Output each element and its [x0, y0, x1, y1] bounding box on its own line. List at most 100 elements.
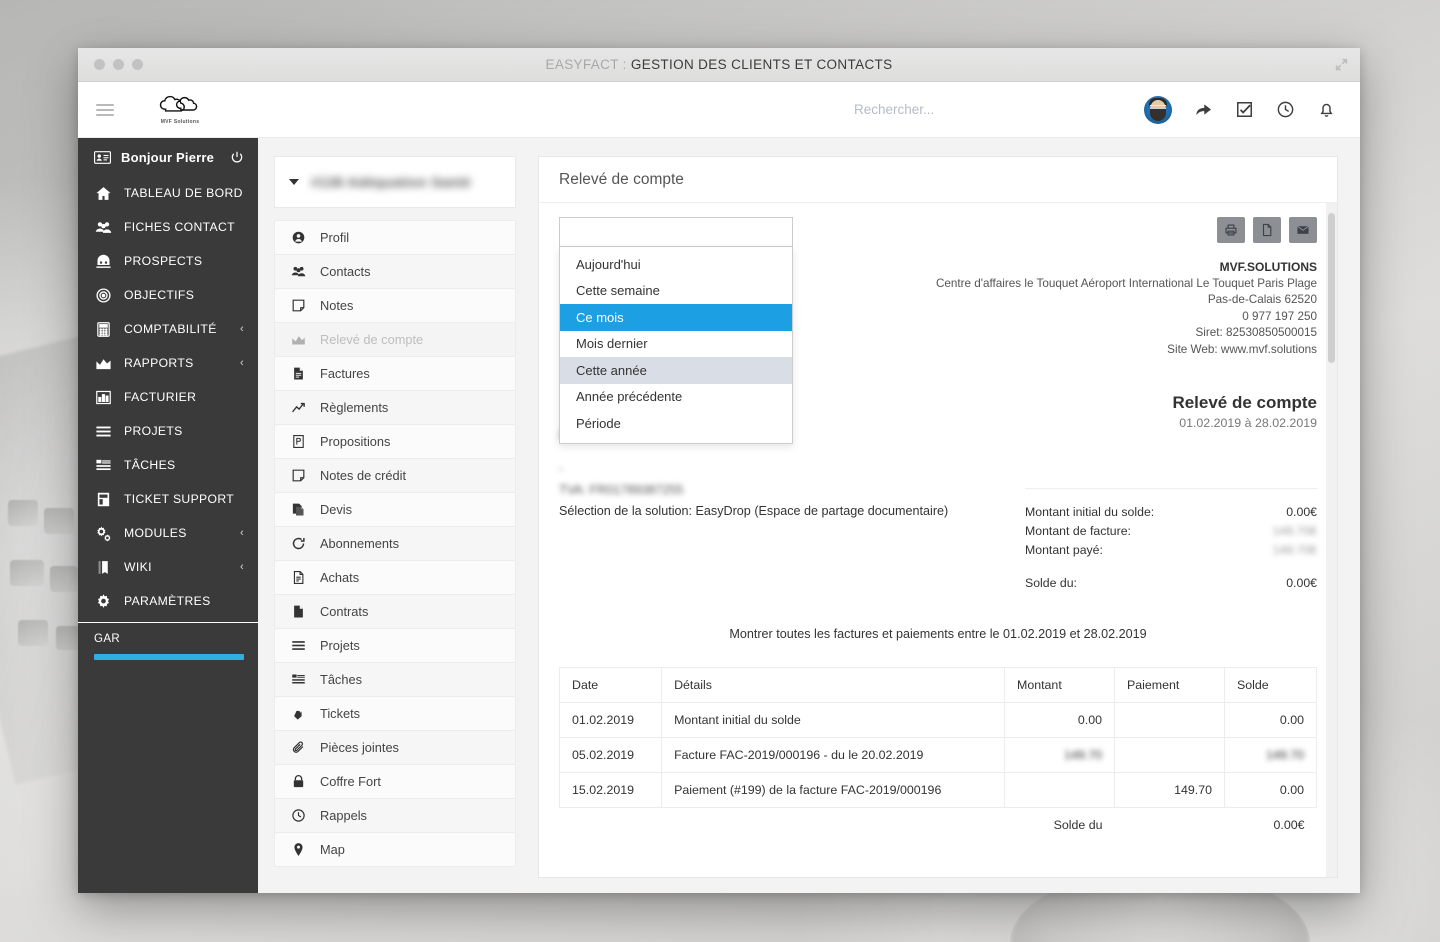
home-icon [95, 186, 112, 201]
period-option-mois-dernier[interactable]: Mois dernier [560, 331, 792, 358]
total-label: Montant initial du solde: [1025, 504, 1155, 519]
topbar-icon-group [1144, 95, 1336, 124]
period-option-ce-mois[interactable]: Ce mois [560, 304, 792, 331]
menu-toggle-icon[interactable] [96, 101, 114, 119]
tab-tickets[interactable]: Tickets [275, 697, 515, 731]
printer-icon [1225, 224, 1237, 236]
pin-icon [291, 842, 306, 857]
tab-relevé-de-compte[interactable]: Relevé de compte [275, 323, 515, 357]
total-row: Montant payé: 149.70€ [1025, 541, 1317, 560]
chevron-left-icon: ‹ [239, 527, 244, 539]
lock-icon [291, 774, 306, 789]
period-option-année-précédente[interactable]: Année précédente [560, 384, 792, 411]
tab-label: Tickets [320, 706, 361, 721]
gar-progress-bar [94, 654, 244, 660]
tab-label: Propositions [320, 434, 391, 449]
main-content-column: Relevé de compte MVF.SOLUTIONS Centre d'… [530, 138, 1360, 893]
tab-règlements[interactable]: Règlements [275, 391, 515, 425]
window-title-rest: GESTION DES CLIENTS ET CONTACTS [630, 57, 893, 72]
tab-label: Coffre Fort [320, 774, 381, 789]
period-option-période[interactable]: Période [560, 410, 792, 437]
tab-contrats[interactable]: Contrats [275, 595, 515, 629]
sidebar-item-comptabilité[interactable]: COMPTABILITÉ ‹ [78, 312, 258, 346]
tab-factures[interactable]: Factures [275, 357, 515, 391]
statement-panel: Relevé de compte MVF.SOLUTIONS Centre d'… [538, 156, 1338, 878]
tab-rappels[interactable]: Rappels [275, 799, 515, 833]
share-arrow-icon[interactable] [1194, 100, 1213, 119]
tab-notes[interactable]: Notes [275, 289, 515, 323]
print-button[interactable] [1217, 217, 1245, 243]
panel-body: MVF.SOLUTIONS Centre d'affaires le Touqu… [539, 203, 1337, 877]
paperclip-icon [291, 740, 306, 755]
period-option-label: Ce mois [576, 309, 624, 325]
vertical-scrollbar[interactable] [1328, 213, 1335, 363]
sidebar-item-projets[interactable]: PROJETS [78, 414, 258, 448]
sidebar-item-tâches[interactable]: TÂCHES [78, 448, 258, 482]
tab-achats[interactable]: Achats [275, 561, 515, 595]
table-row: 05.02.2019 Facture FAC-2019/000196 - du l… [558, 736, 1317, 773]
period-select[interactable] [559, 217, 793, 247]
search-input[interactable] [854, 102, 1114, 117]
tab-projets[interactable]: Projets [275, 629, 515, 663]
table-row: 15.02.2019 Paiement (#199) de la facture … [558, 771, 1317, 808]
sidebar-item-label: MODULES [124, 526, 187, 540]
period-option-cette-semaine[interactable]: Cette semaine [560, 278, 792, 305]
period-option-label: Période [576, 415, 621, 431]
sidebar-item-paramètres[interactable]: PARAMÈTRES [78, 584, 258, 618]
tab-abonnements[interactable]: Abonnements [275, 527, 515, 561]
sidebar-item-facturier[interactable]: FACTURIER [78, 380, 258, 414]
tab-propositions[interactable]: Propositions [275, 425, 515, 459]
cloud-logo-icon [159, 95, 198, 112]
envelope-icon [1297, 225, 1309, 234]
power-icon[interactable] [230, 150, 244, 164]
tab-coffre-fort[interactable]: Coffre Fort [275, 765, 515, 799]
sidebar-item-label: FICHES CONTACT [124, 220, 235, 234]
table-header-cell: Solde [1224, 666, 1317, 703]
cell-date: 15.02.2019 [558, 771, 663, 808]
totals-block: Montant initial du solde: 0.00€ Montant de… [1025, 487, 1317, 593]
cell-montant: 149.70 [1004, 736, 1115, 773]
solution-line: Sélection de la solution: EasyDrop (Espa… [559, 503, 949, 518]
copy-icon [291, 502, 306, 517]
sidebar-item-tableau-de-bord[interactable]: TABLEAU DE BORD [78, 176, 258, 210]
tab-label: Rappels [320, 808, 367, 823]
sidebar-item-wiki[interactable]: WIKI ‹ [78, 550, 258, 584]
tab-tâches[interactable]: Tâches [275, 663, 515, 697]
clock-icon[interactable] [1276, 100, 1295, 119]
email-button[interactable] [1289, 217, 1317, 243]
client-selector[interactable]: #138 Adéquation Santé [274, 156, 516, 208]
pdf-button[interactable] [1253, 217, 1281, 243]
tab-contacts[interactable]: Contacts [275, 255, 515, 289]
sidebar-item-modules[interactable]: MODULES ‹ [78, 516, 258, 550]
table-row: 01.02.2019 Montant initial du solde 0.00 0.… [558, 701, 1317, 738]
sidebar-item-rapports[interactable]: RAPPORTS ‹ [78, 346, 258, 380]
bell-icon[interactable] [1317, 100, 1336, 119]
tab-label: Contacts [320, 264, 371, 279]
browser-window: EASYFACT : GESTION DES CLIENTS ET CONTAC… [78, 48, 1360, 893]
tab-profil[interactable]: Profil [275, 221, 515, 255]
tasks-icon [95, 458, 112, 473]
checkbox-icon[interactable] [1235, 100, 1254, 119]
tab-notes-de-crédit[interactable]: Notes de crédit [275, 459, 515, 493]
period-option-aujourd-hui[interactable]: Aujourd'hui [560, 251, 792, 278]
period-option-cette-année[interactable]: Cette année [560, 357, 792, 384]
tab-pièces-jointes[interactable]: Pièces jointes [275, 731, 515, 765]
tab-map[interactable]: Map [275, 833, 515, 867]
total-label: Montant de facture: [1025, 523, 1131, 538]
sidebar-item-fiches-contact[interactable]: FICHES CONTACT [78, 210, 258, 244]
expand-icon[interactable] [1335, 58, 1348, 71]
tab-label: Relevé de compte [320, 332, 424, 347]
sidebar-item-prospects[interactable]: PROSPECTS [78, 244, 258, 278]
sidebar-item-ticket-support[interactable]: TICKET SUPPORT [78, 482, 258, 516]
total-row: Montant initial du solde: 0.00€ [1025, 503, 1317, 522]
tab-label: Contrats [320, 604, 369, 619]
pdf-icon [1262, 223, 1272, 237]
tab-devis[interactable]: Devis [275, 493, 515, 527]
sidebar-item-objectifs[interactable]: OBJECTIFS [78, 278, 258, 312]
total-value: 149.70€ [1272, 542, 1317, 557]
table-header-row: Date Détails Montant Paiement Solde [558, 666, 1317, 703]
tab-label: Pièces jointes [320, 740, 399, 755]
total-row: Montant de facture: 149.70€ [1025, 522, 1317, 541]
avatar[interactable] [1144, 95, 1172, 124]
app-logo[interactable]: MVF Solutions [150, 94, 210, 125]
